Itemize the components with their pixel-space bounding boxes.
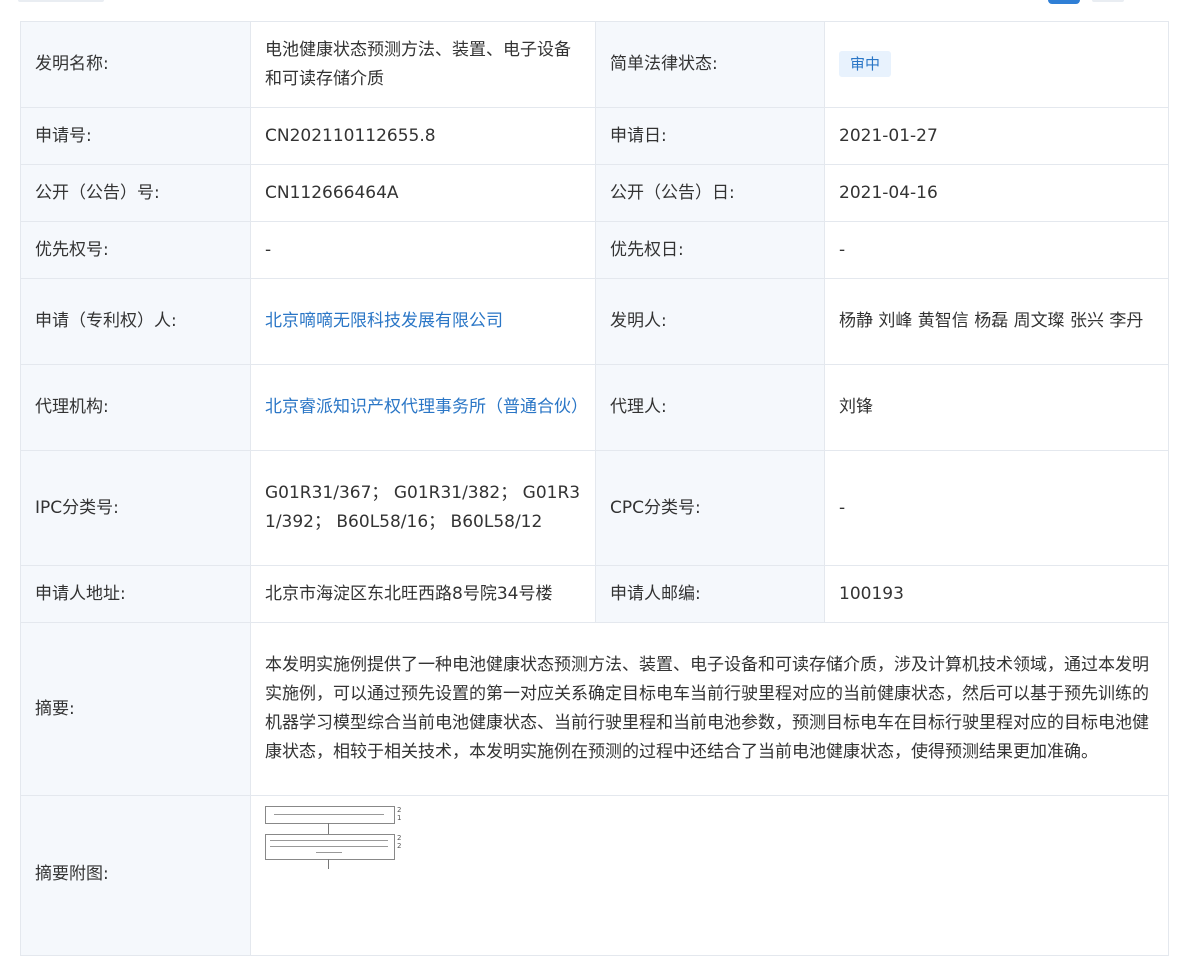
value-postcode: 100193: [824, 565, 1169, 623]
label-abstract: 摘要:: [20, 622, 251, 796]
value-publication-no: CN112666464A: [250, 164, 596, 222]
value-legal-status-cell: 审中: [824, 21, 1169, 108]
value-agent: 刘锋: [824, 364, 1169, 451]
value-application-date: 2021-01-27: [824, 107, 1169, 165]
value-address: 北京市海淀区东北旺西路8号院34号楼: [250, 565, 596, 623]
flowchart-step-box: [265, 834, 395, 860]
label-title: 发明名称:: [20, 21, 251, 108]
toolbar-tab-placeholder[interactable]: [18, 0, 104, 2]
flowchart-step-number: 22: [397, 834, 402, 850]
row-publication: 公开（公告）号: CN112666464A 公开（公告）日: 2021-04-1…: [20, 164, 1169, 222]
flowchart-step-number: 21: [397, 806, 402, 822]
flowchart-step-box: [265, 806, 395, 824]
label-ipc: IPC分类号:: [20, 450, 251, 566]
row-title: 发明名称: 电池健康状态预测方法、装置、电子设备和可读存储介质 简单法律状态: …: [20, 21, 1169, 108]
top-toolbar: [0, 0, 1185, 6]
label-agency: 代理机构:: [20, 364, 251, 451]
label-inventors: 发明人:: [595, 278, 825, 365]
value-priority-no: -: [250, 221, 596, 279]
label-publication-date: 公开（公告）日:: [595, 164, 825, 222]
label-legal-status: 简单法律状态:: [595, 21, 825, 108]
value-title: 电池健康状态预测方法、装置、电子设备和可读存储介质: [250, 21, 596, 108]
patent-info-table: 发明名称: 电池健康状态预测方法、装置、电子设备和可读存储介质 简单法律状态: …: [20, 21, 1169, 956]
applicant-link[interactable]: 北京嘀嘀无限科技发展有限公司: [265, 311, 503, 331]
label-agent: 代理人:: [595, 364, 825, 451]
value-abstract: 本发明实施例提供了一种电池健康状态预测方法、装置、电子设备和可读存储介质，涉及计…: [250, 622, 1169, 796]
label-abstract-figure: 摘要附图:: [20, 795, 251, 956]
flowchart-arrow: [328, 859, 329, 869]
flowchart-arrow: [328, 823, 329, 834]
row-abstract-figure: 摘要附图: 21 22: [20, 795, 1169, 956]
abstract-figure-image[interactable]: 21 22: [265, 806, 405, 876]
agency-link[interactable]: 北京睿派知识产权代理事务所（普通合伙）: [265, 397, 588, 417]
row-address: 申请人地址: 北京市海淀区东北旺西路8号院34号楼 申请人邮编: 100193: [20, 565, 1169, 623]
label-publication-no: 公开（公告）号:: [20, 164, 251, 222]
label-priority-no: 优先权号:: [20, 221, 251, 279]
value-agency-cell: 北京睿派知识产权代理事务所（普通合伙）: [250, 364, 596, 451]
row-application: 申请号: CN202110112655.8 申请日: 2021-01-27: [20, 107, 1169, 165]
value-cpc: -: [824, 450, 1169, 566]
toolbar-option-placeholder[interactable]: [1092, 0, 1124, 2]
label-application-no: 申请号:: [20, 107, 251, 165]
row-applicant: 申请（专利权）人: 北京嘀嘀无限科技发展有限公司 发明人: 杨静 刘峰 黄智信 …: [20, 278, 1169, 365]
label-address: 申请人地址:: [20, 565, 251, 623]
row-abstract: 摘要: 本发明实施例提供了一种电池健康状态预测方法、装置、电子设备和可读存储介质…: [20, 622, 1169, 796]
value-publication-date: 2021-04-16: [824, 164, 1169, 222]
label-cpc: CPC分类号:: [595, 450, 825, 566]
row-classification: IPC分类号: G01R31/367； G01R31/382； G01R31/3…: [20, 450, 1169, 566]
value-ipc: G01R31/367； G01R31/382； G01R31/392； B60L…: [250, 450, 596, 566]
label-application-date: 申请日:: [595, 107, 825, 165]
value-applicant-cell: 北京嘀嘀无限科技发展有限公司: [250, 278, 596, 365]
value-abstract-figure-cell: 21 22: [250, 795, 1169, 956]
legal-status-badge: 审中: [839, 51, 892, 77]
value-inventors: 杨静 刘峰 黄智信 杨磊 周文璨 张兴 李丹: [824, 278, 1169, 365]
toolbar-toggle-button[interactable]: [1048, 0, 1080, 4]
row-agency: 代理机构: 北京睿派知识产权代理事务所（普通合伙） 代理人: 刘锋: [20, 364, 1169, 451]
label-applicant: 申请（专利权）人:: [20, 278, 251, 365]
value-priority-date: -: [824, 221, 1169, 279]
row-priority: 优先权号: - 优先权日: -: [20, 221, 1169, 279]
label-postcode: 申请人邮编:: [595, 565, 825, 623]
value-application-no: CN202110112655.8: [250, 107, 596, 165]
label-priority-date: 优先权日:: [595, 221, 825, 279]
